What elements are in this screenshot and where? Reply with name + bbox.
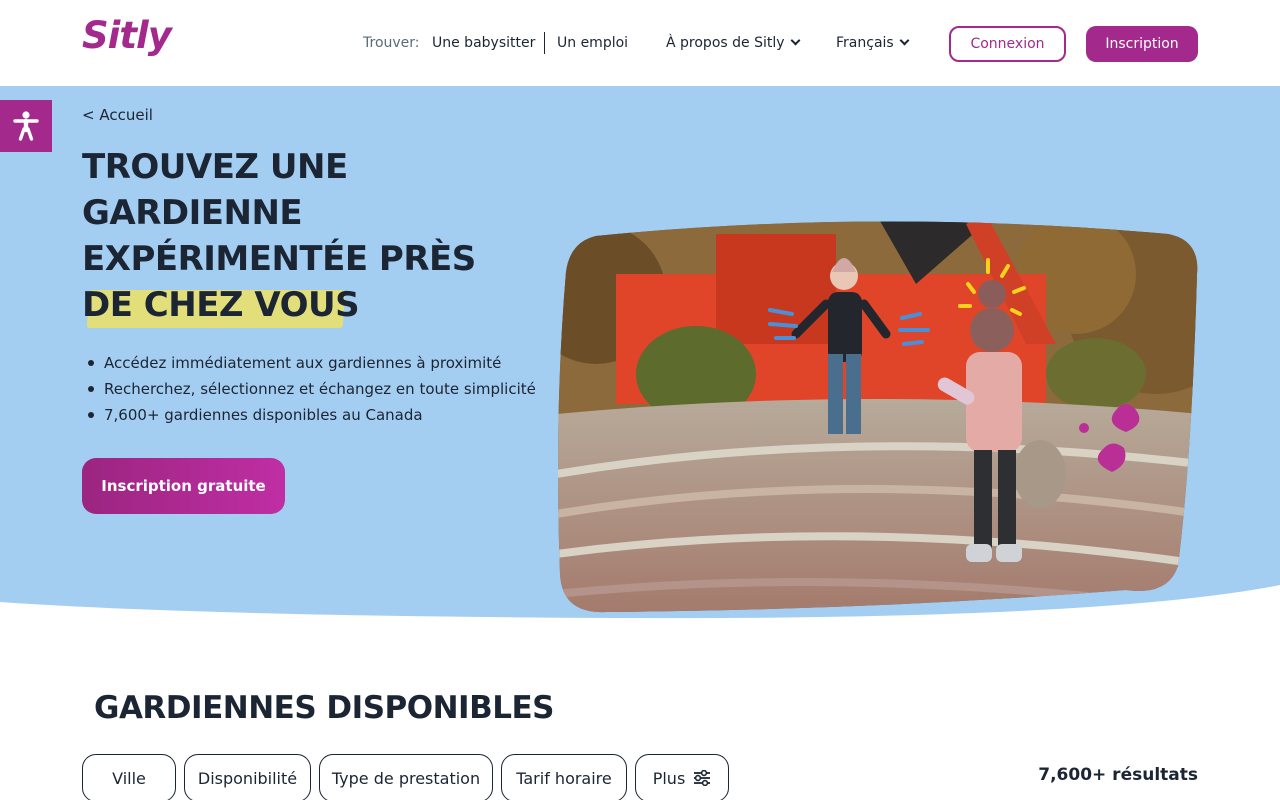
hero-title-line: DE CHEZ VOUS [82,285,360,325]
nav-about-label: À propos de Sitly [666,35,785,51]
filter-more-label: Plus [652,768,686,788]
accessibility-icon [13,111,39,141]
hero-title-line: EXPÉRIMENTÉE PRÈS [82,239,476,279]
benefit-item: Recherchez, sélectionnez et échangez en … [88,376,536,402]
signup-button[interactable]: Inscription [1086,26,1198,62]
filter-service-type[interactable]: Type de prestation [319,754,493,800]
site-header: Sitly Trouver: Une babysitter Un emploi … [0,0,1280,86]
benefit-item: Accédez immédiatement aux gardiennes à p… [88,350,536,376]
nav-babysitter-link[interactable]: Une babysitter [432,33,535,53]
benefit-item: 7,600+ gardiennes disponibles au Canada [88,402,536,428]
hero-title-line: TROUVEZ UNE [82,147,348,187]
sliders-icon [694,770,711,786]
chevron-down-icon [899,35,910,46]
hero-title: TROUVEZ UNE GARDIENNE EXPÉRIMENTÉE PRÈS … [82,144,552,328]
find-label: Trouver: [363,35,420,51]
section-title: GARDIENNES DISPONIBLES [94,690,554,726]
login-button[interactable]: Connexion [949,26,1066,62]
hero-title-line: GARDIENNE [82,193,303,233]
chevron-down-icon [790,35,800,46]
accessibility-button[interactable] [0,100,52,152]
filter-availability[interactable]: Disponibilité [184,754,311,800]
filter-hourly-rate[interactable]: Tarif horaire [501,754,627,800]
nav-about-menu[interactable]: À propos de Sitly [666,33,800,53]
filter-more[interactable]: Plus [635,754,729,800]
language-label: Français [836,35,894,51]
breadcrumb-home-link[interactable]: < Accueil [82,106,153,124]
results-count: 7,600+ résultats [1038,765,1198,785]
nav-job-link[interactable]: Un emploi [557,33,628,53]
nav-divider [544,32,545,54]
sitly-logo[interactable]: Sitly [82,14,172,57]
benefits-list: Accédez immédiatement aux gardiennes à p… [88,350,536,428]
language-menu[interactable]: Français [836,33,910,53]
hero-photo [558,221,1198,613]
filter-city[interactable]: Ville [82,754,176,800]
free-signup-button[interactable]: Inscription gratuite [82,458,285,514]
